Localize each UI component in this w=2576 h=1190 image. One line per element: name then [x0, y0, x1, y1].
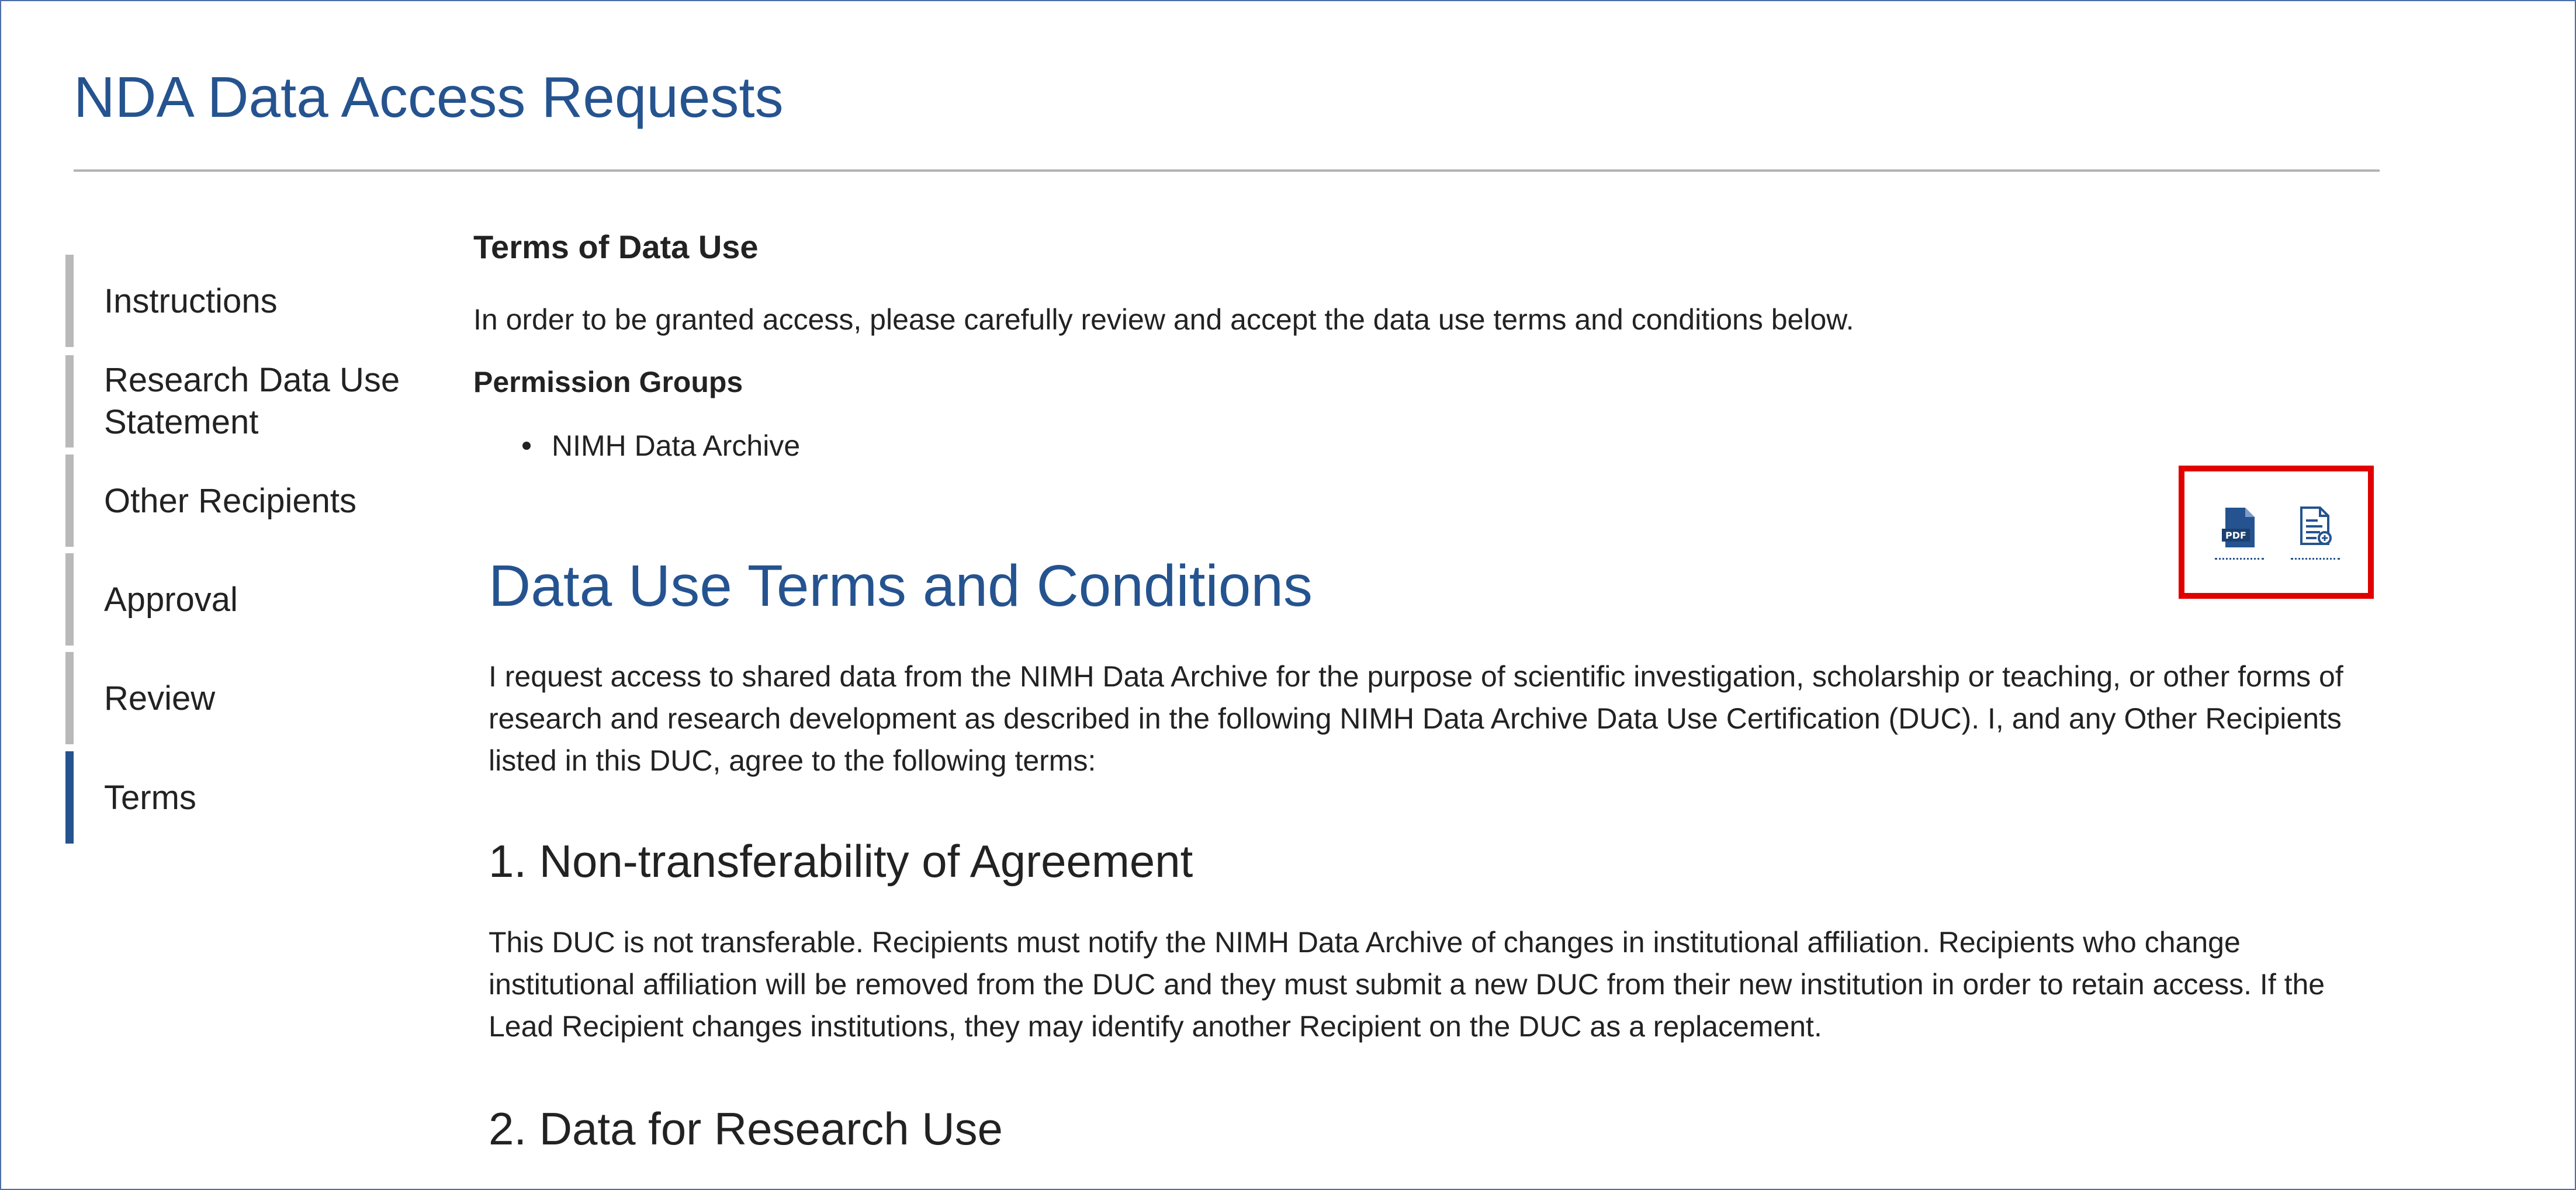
sidebar-item-terms[interactable]: Terms	[65, 751, 416, 844]
title-divider	[74, 169, 2380, 172]
download-document-button[interactable]	[2291, 506, 2340, 571]
sidebar-item-label: Other Recipients	[104, 481, 356, 520]
section-title: Data Use Terms and Conditions	[489, 553, 1313, 619]
sidebar-item-label: Research Data Use Statement	[104, 361, 400, 441]
link-underline	[2215, 558, 2264, 560]
permission-group-label: NIMH Data Archive	[552, 429, 801, 462]
sidebar-item-other-recipients[interactable]: Other Recipients	[65, 455, 416, 547]
sidebar-item-label: Approval	[104, 580, 238, 619]
section-body-non-transferability: This DUC is not transferable. Recipients…	[489, 926, 2325, 1043]
sidebar-item-label: Terms	[104, 778, 196, 817]
terms-of-data-use-heading: Terms of Data Use	[473, 228, 759, 265]
download-options-highlight: PDF	[2179, 466, 2374, 599]
sidebar-item-approval[interactable]: Approval	[65, 553, 416, 646]
permission-groups-heading: Permission Groups	[473, 366, 743, 398]
sidebar-item-instructions[interactable]: Instructions	[65, 255, 416, 347]
section-intro-paragraph: I request access to shared data from the…	[489, 660, 2343, 777]
download-pdf-button[interactable]: PDF	[2215, 506, 2264, 571]
svg-text:PDF: PDF	[2225, 530, 2246, 541]
permission-groups-list: NIMH Data Archive	[473, 429, 800, 463]
section-heading-data-for-research-use: 2. Data for Research Use	[489, 1103, 1003, 1154]
sidebar-item-review[interactable]: Review	[65, 652, 416, 744]
sidebar-item-label: Instructions	[104, 282, 278, 320]
bullet-icon	[522, 442, 531, 450]
pdf-file-icon: PDF	[2222, 508, 2255, 547]
terms-intro-text: In order to be granted access, please ca…	[473, 303, 1854, 336]
page-title: NDA Data Access Requests	[74, 65, 784, 129]
sidebar-item-label: Review	[104, 679, 216, 717]
list-item: NIMH Data Archive	[473, 429, 800, 463]
section-heading-non-transferability: 1. Non-transferability of Agreement	[489, 835, 1193, 887]
link-underline	[2291, 558, 2340, 560]
document-icon	[2300, 506, 2332, 545]
sidebar-item-research-data-use-statement[interactable]: Research Data Use Statement	[65, 355, 416, 447]
